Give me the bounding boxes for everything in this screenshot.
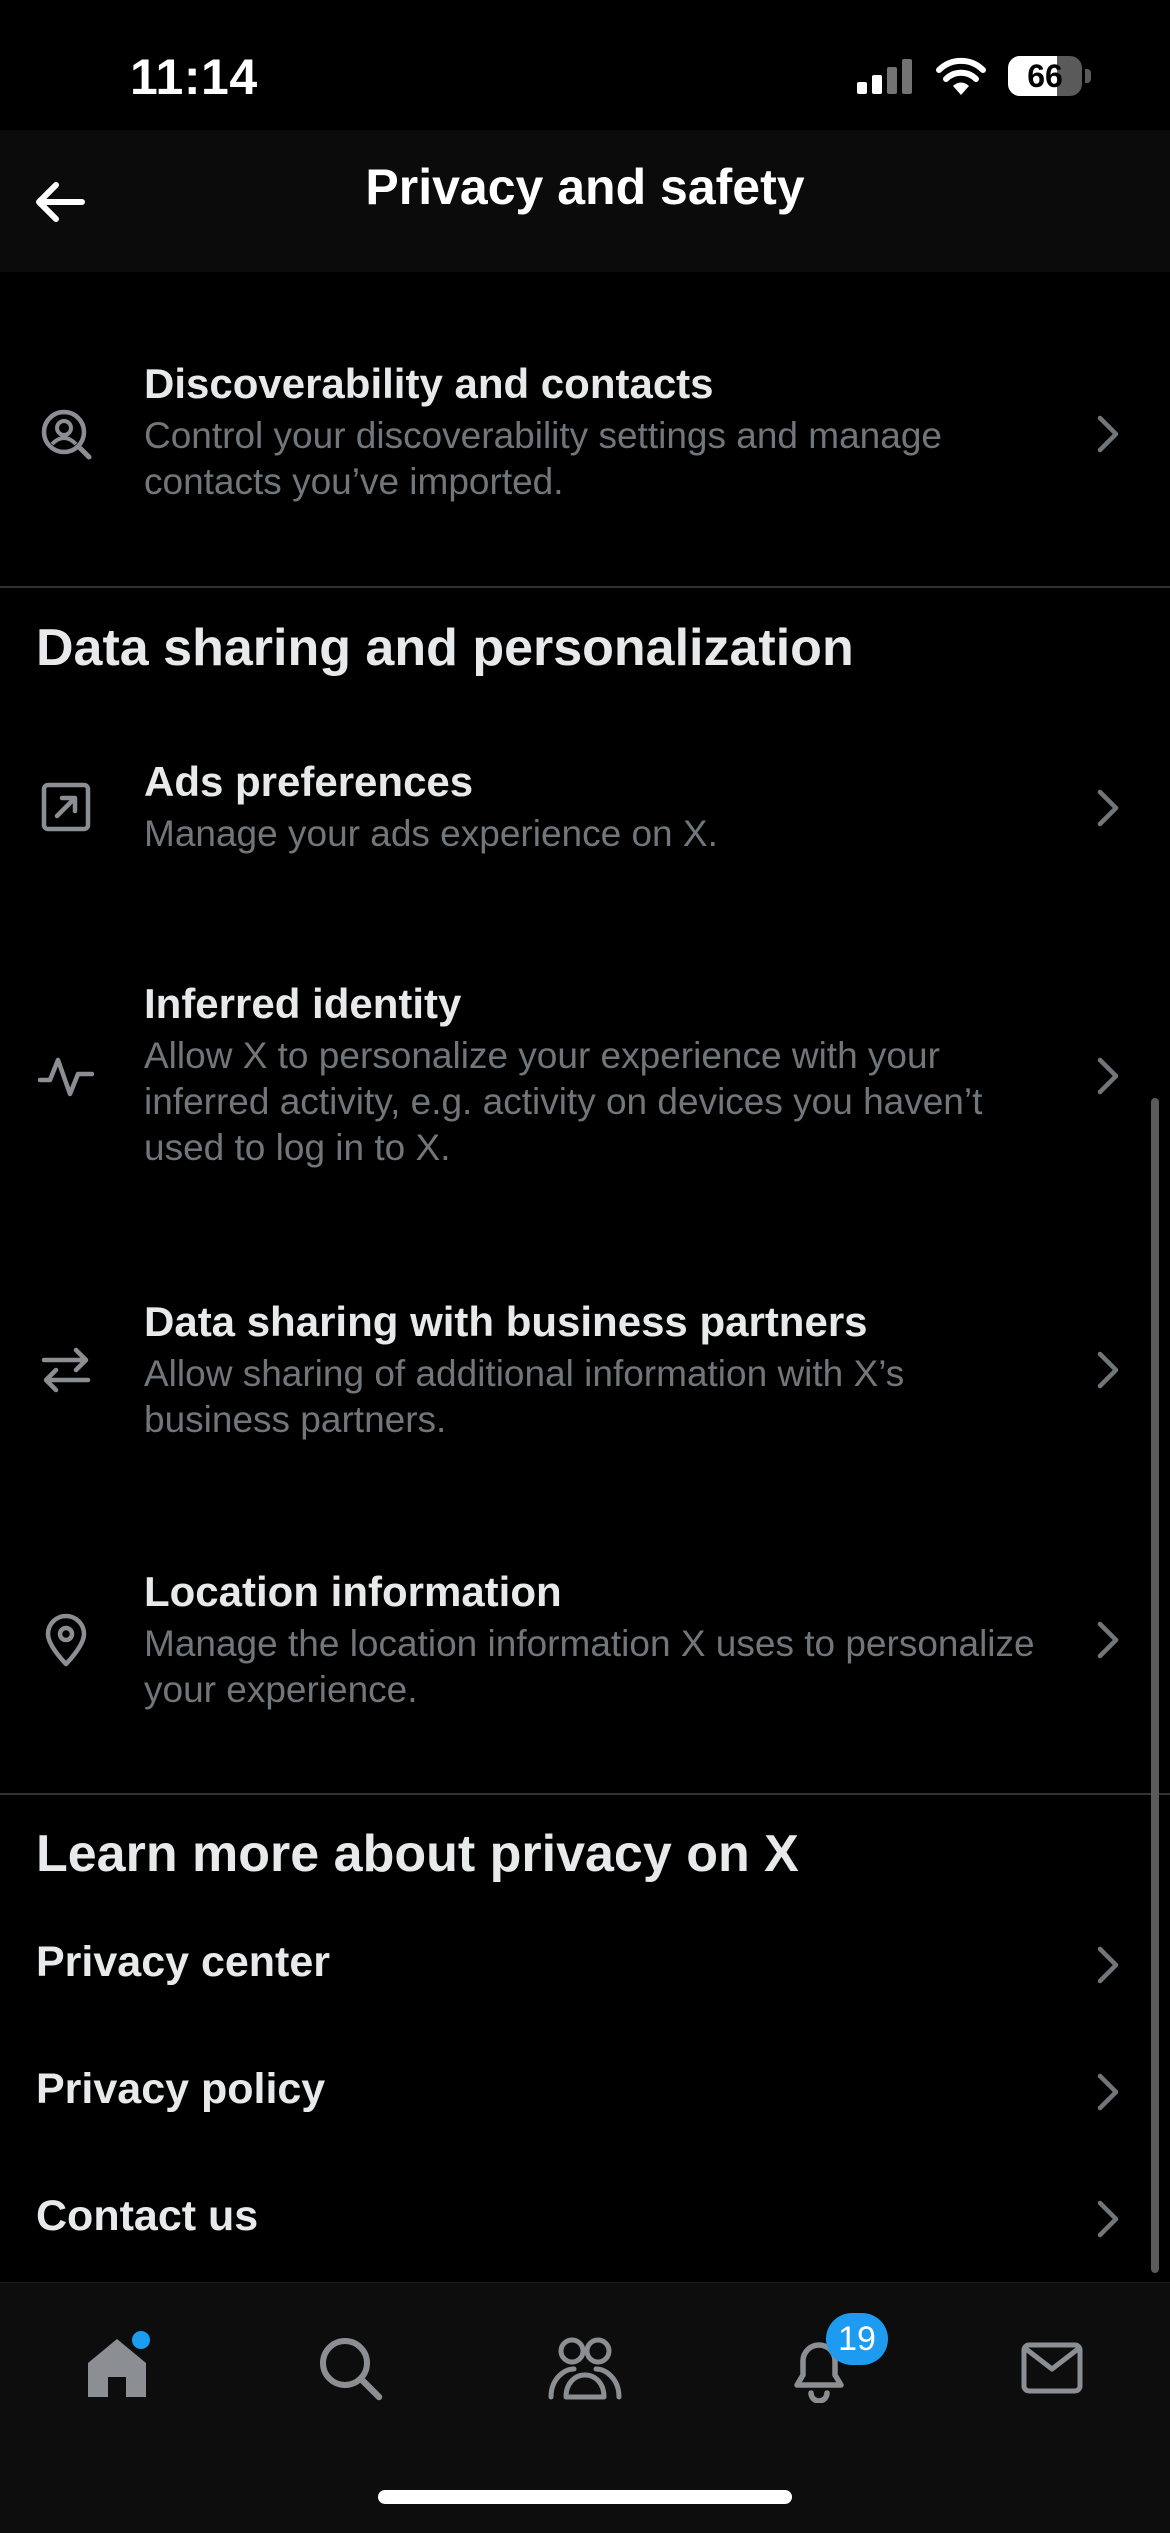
activity-pulse-icon	[36, 1046, 96, 1106]
communities-icon	[548, 2337, 622, 2400]
home-unread-dot	[132, 2331, 150, 2349]
privacy-policy-link[interactable]: Privacy policy	[0, 2032, 1170, 2152]
chevron-right-icon	[1097, 1057, 1119, 1095]
row-description: Manage the location information X uses t…	[144, 1623, 1035, 1710]
chevron-right-icon	[1097, 1621, 1119, 1659]
home-indicator	[378, 2490, 792, 2504]
scrollbar[interactable]	[1151, 1098, 1159, 2273]
person-search-icon	[36, 404, 96, 464]
row-title: Data sharing with business partners	[144, 1298, 868, 1345]
section-heading-data-sharing: Data sharing and personalization	[36, 619, 854, 677]
battery-indicator: 66	[1008, 56, 1092, 98]
link-label: Privacy center	[36, 1938, 331, 1986]
row-title: Location information	[144, 1568, 562, 1615]
tab-notifications[interactable]: 19	[774, 2313, 888, 2413]
wifi-icon	[936, 57, 986, 95]
ad-box-icon	[36, 777, 96, 837]
row-description: Allow sharing of additional information …	[144, 1353, 905, 1440]
row-description: Control your discoverability settings an…	[144, 415, 942, 502]
row-description: Allow X to personalize your experience w…	[144, 1035, 983, 1168]
tab-communities[interactable]	[540, 2323, 630, 2413]
tab-home[interactable]	[72, 2323, 162, 2413]
status-time: 11:14	[130, 49, 258, 105]
notifications-badge: 19	[826, 2313, 888, 2365]
chevron-right-icon	[1097, 415, 1119, 453]
row-title: Discoverability and contacts	[144, 360, 714, 407]
location-information-row[interactable]: Location information Manage the location…	[0, 1550, 1170, 1730]
section-heading-learn-more: Learn more about privacy on X	[36, 1825, 799, 1883]
chevron-right-icon	[1097, 1351, 1119, 1389]
location-pin-icon	[36, 1610, 96, 1670]
link-label: Privacy policy	[36, 2065, 326, 2113]
chevron-right-icon	[1097, 1946, 1119, 1984]
privacy-center-link[interactable]: Privacy center	[0, 1905, 1170, 2025]
ads-preferences-row[interactable]: Ads preferences Manage your ads experien…	[0, 740, 1170, 880]
cellular-signal-icon	[857, 59, 912, 94]
battery-level: 66	[1027, 58, 1063, 94]
link-label: Contact us	[36, 2192, 259, 2240]
chevron-right-icon	[1097, 789, 1119, 827]
navigation-header: Privacy and safety	[0, 130, 1170, 272]
contact-us-link[interactable]: Contact us	[0, 2159, 1170, 2279]
search-icon	[320, 2338, 383, 2401]
discoverability-contacts-row[interactable]: Discoverability and contacts Control you…	[0, 340, 1170, 530]
status-bar: 11:14 66	[0, 0, 1170, 150]
inferred-identity-row[interactable]: Inferred identity Allow X to personalize…	[0, 960, 1170, 1200]
row-title: Ads preferences	[144, 758, 474, 805]
row-title: Inferred identity	[144, 980, 462, 1027]
row-description: Manage your ads experience on X.	[144, 813, 718, 854]
section-divider	[0, 1793, 1170, 1795]
swap-arrows-icon	[36, 1340, 96, 1400]
tab-messages[interactable]	[1007, 2323, 1097, 2413]
messages-icon	[1021, 2342, 1083, 2394]
chevron-right-icon	[1097, 2200, 1119, 2238]
data-sharing-business-partners-row[interactable]: Data sharing with business partners Allo…	[0, 1280, 1170, 1460]
chevron-right-icon	[1097, 2073, 1119, 2111]
page-title: Privacy and safety	[365, 159, 805, 215]
section-divider	[0, 586, 1170, 588]
tab-search[interactable]	[305, 2323, 395, 2413]
